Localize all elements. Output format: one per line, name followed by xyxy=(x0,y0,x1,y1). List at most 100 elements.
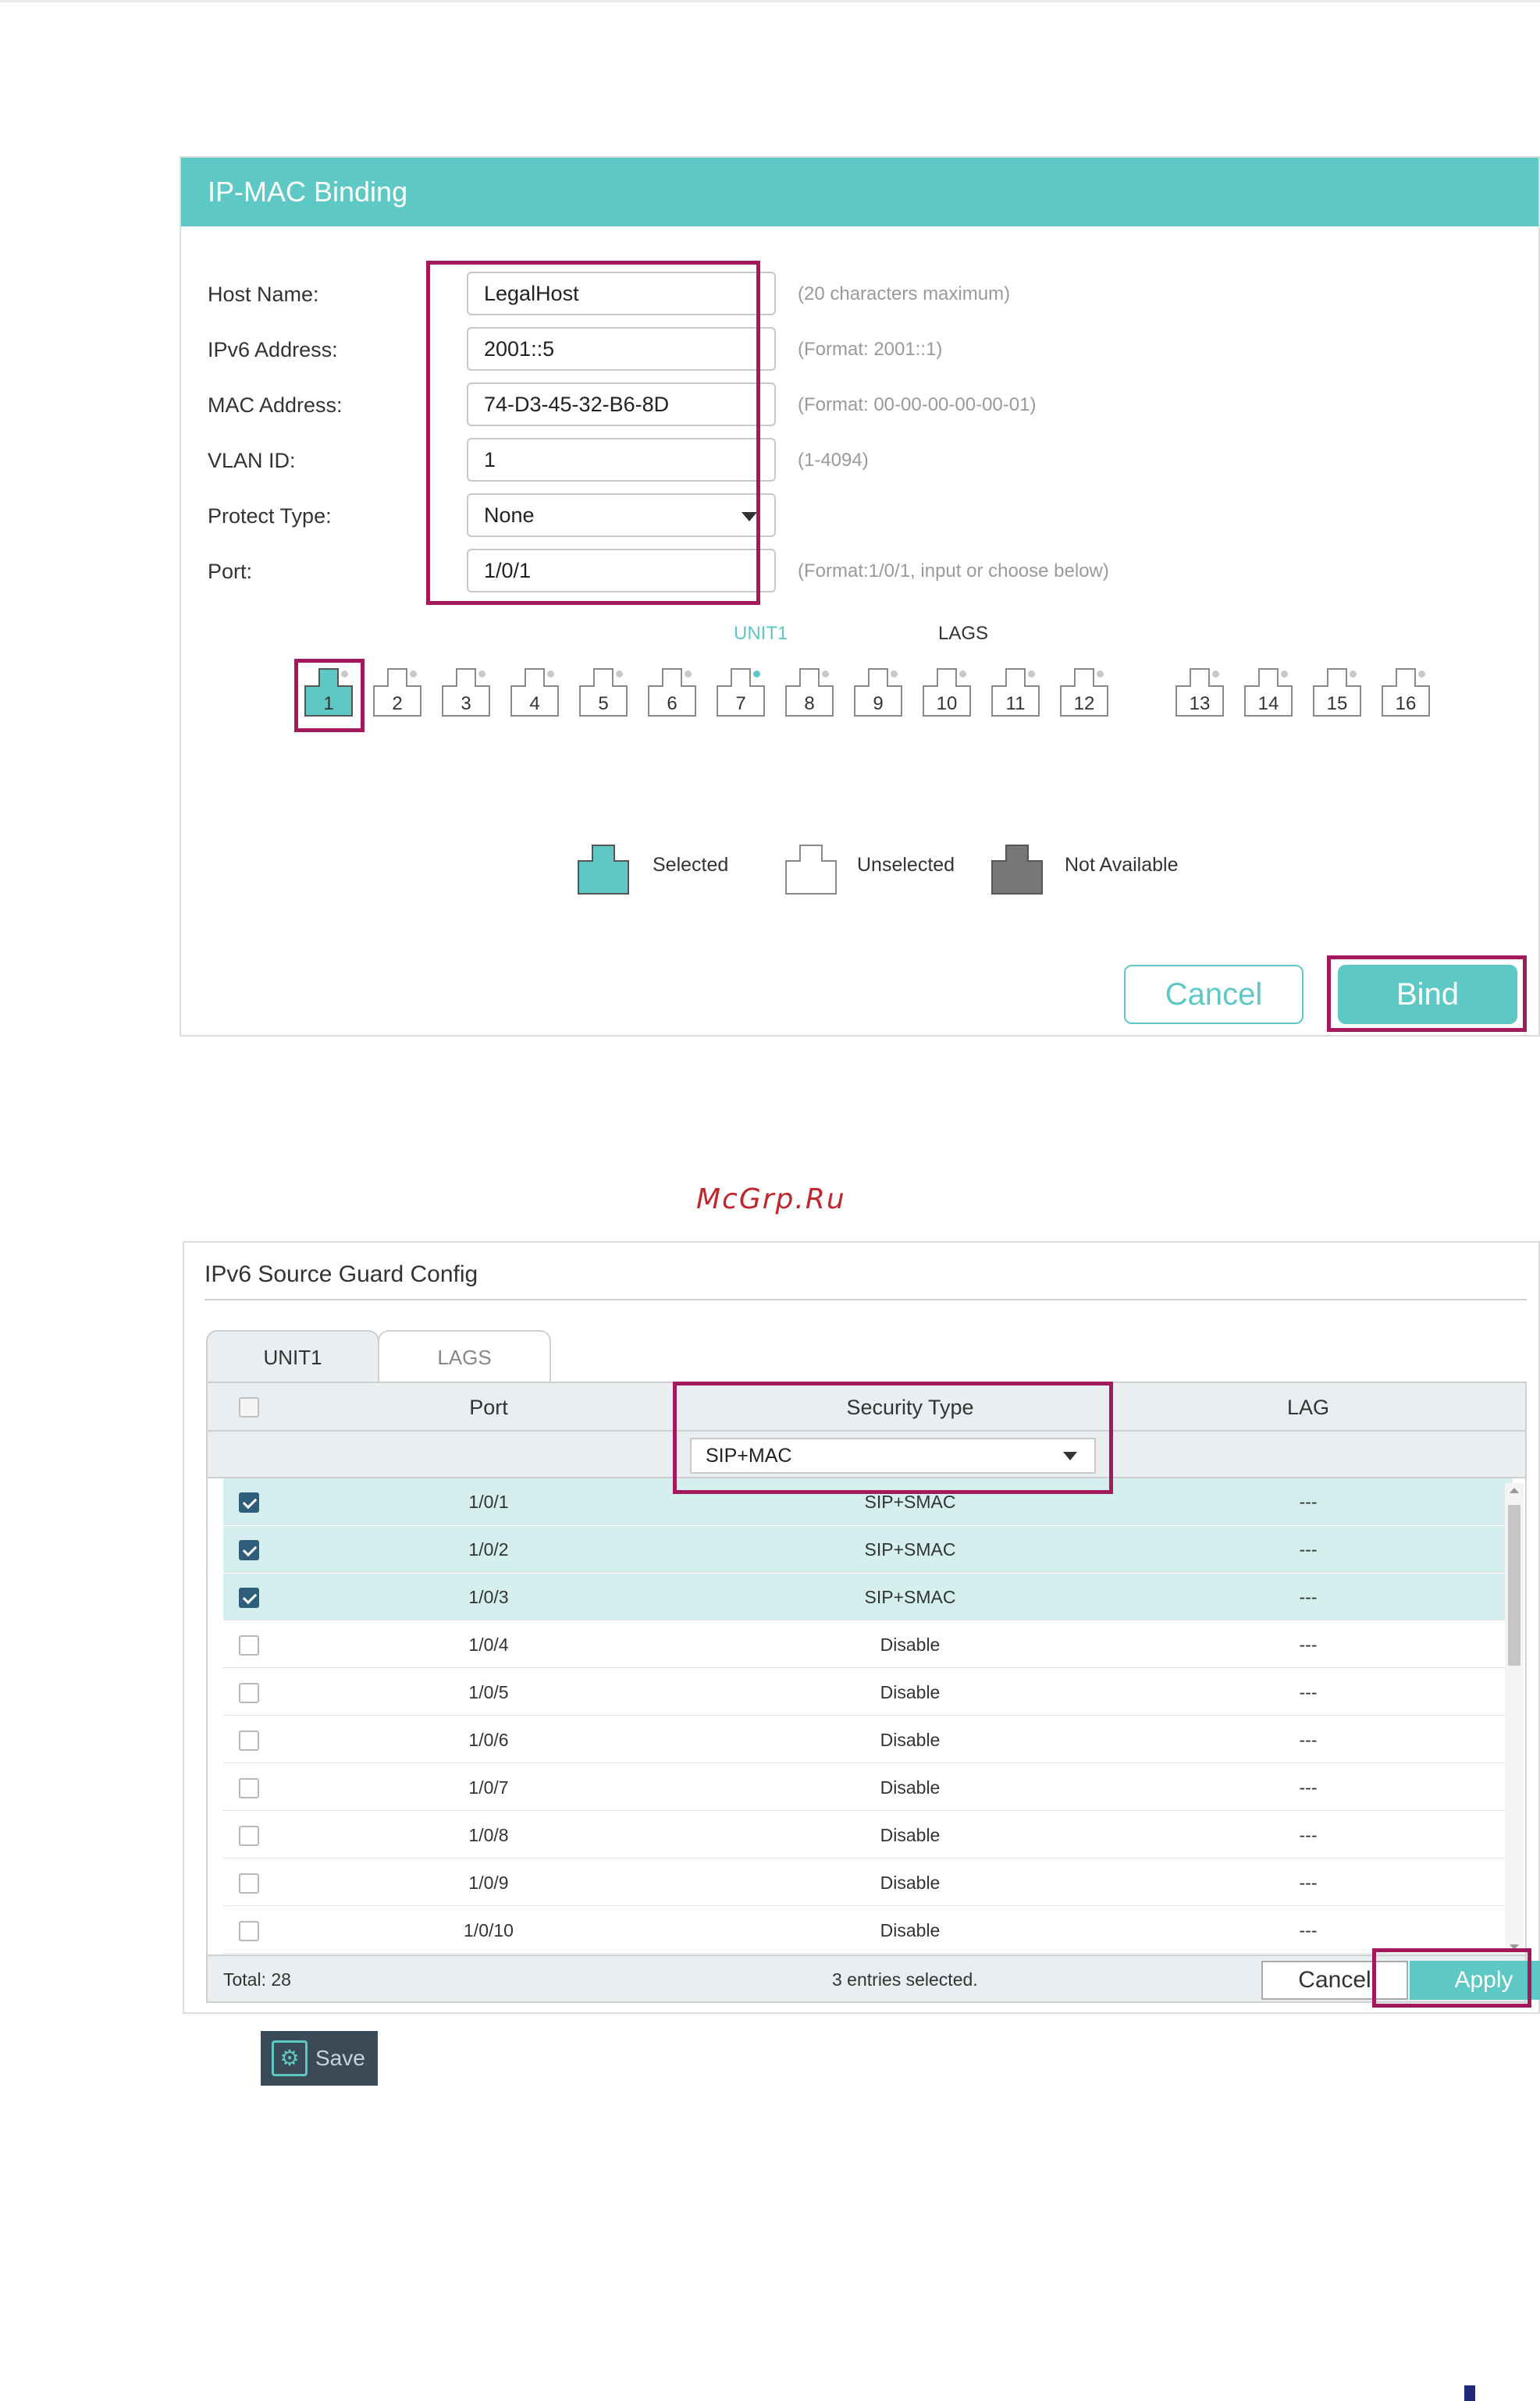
security-type-cell: Disable xyxy=(880,1682,941,1702)
row-checkbox[interactable] xyxy=(239,1730,259,1751)
port-led-icon xyxy=(1028,671,1035,678)
port-cell: 1/0/8 xyxy=(468,1825,509,1845)
protect-type-row: Protect Type: None xyxy=(208,493,1378,539)
lag-cell: --- xyxy=(1299,1634,1318,1655)
selected-port-icon xyxy=(578,845,629,895)
ipv6-address-row: IPv6 Address: 2001::5 (Format: 2001::1) xyxy=(208,327,1378,372)
scrollbar-thumb[interactable] xyxy=(1508,1505,1520,1666)
port-4-button[interactable]: 4 xyxy=(510,668,559,717)
port-number: 4 xyxy=(529,693,540,714)
security-type-cell: SIP+SMAC xyxy=(864,1539,956,1560)
security-type-cell: Disable xyxy=(880,1920,941,1940)
row-checkbox[interactable] xyxy=(239,1921,259,1941)
port-cell: 1/0/10 xyxy=(464,1920,514,1940)
row-checkbox[interactable] xyxy=(239,1683,259,1703)
port-8-button[interactable]: 8 xyxy=(785,668,834,717)
row-checkbox[interactable] xyxy=(239,1873,259,1894)
table-row[interactable]: 1/0/8 Disable --- xyxy=(223,1812,1513,1859)
port-2-button[interactable]: 2 xyxy=(373,668,421,717)
port-9-button[interactable]: 9 xyxy=(854,668,902,717)
cancel-button[interactable]: Cancel xyxy=(1124,965,1303,1024)
row-checkbox[interactable] xyxy=(239,1635,259,1656)
port-cell: 1/0/6 xyxy=(468,1730,509,1750)
port-hint: (Format:1/0/1, input or choose below) xyxy=(798,560,1109,582)
port-cell: 1/0/7 xyxy=(468,1777,509,1798)
port-number: 16 xyxy=(1395,693,1417,714)
port-14-button[interactable]: 14 xyxy=(1244,668,1293,717)
table-footer: Total: 28 3 entries selected. Cancel App… xyxy=(208,1955,1540,2001)
watermark: McGrp.Ru xyxy=(696,1183,846,1215)
port-number: 9 xyxy=(873,693,884,714)
security-type-cell: SIP+SMAC xyxy=(864,1587,956,1607)
protect-type-label: Protect Type: xyxy=(208,504,332,528)
security-type-cell: Disable xyxy=(880,1777,941,1798)
scroll-up-icon[interactable] xyxy=(1510,1488,1519,1493)
table-row[interactable]: 1/0/9 Disable --- xyxy=(223,1859,1513,1906)
port-led-icon xyxy=(547,671,554,678)
port-3-button[interactable]: 3 xyxy=(442,668,490,717)
lag-cell: --- xyxy=(1299,1730,1318,1750)
table-row[interactable]: 1/0/5 Disable --- xyxy=(223,1669,1513,1716)
security-type-cell: Disable xyxy=(880,1634,941,1655)
port-number: 10 xyxy=(936,693,958,714)
scrollbar[interactable] xyxy=(1505,1483,1524,1955)
lag-cell: --- xyxy=(1299,1587,1318,1607)
table-row[interactable]: 1/0/10 Disable --- xyxy=(223,1907,1513,1954)
select-all-checkbox[interactable] xyxy=(239,1397,259,1417)
column-lag: LAG xyxy=(1286,1396,1330,1419)
row-checkbox[interactable] xyxy=(239,1588,259,1608)
vlan-id-row: VLAN ID: 1 (1-4094) xyxy=(208,438,1378,483)
security-type-highlight-box xyxy=(673,1382,1113,1494)
table-row[interactable]: 1/0/7 Disable --- xyxy=(223,1764,1513,1811)
not-available-port-icon xyxy=(991,845,1043,895)
row-checkbox[interactable] xyxy=(239,1492,259,1513)
row-checkbox[interactable] xyxy=(239,1826,259,1846)
vlan-id-label: VLAN ID: xyxy=(208,449,296,472)
port-number: 2 xyxy=(392,693,403,714)
table-row[interactable]: 1/0/3 SIP+SMAC --- xyxy=(223,1574,1513,1620)
port-highlight-box xyxy=(294,659,365,732)
port-cell: 1/0/1 xyxy=(468,1492,509,1512)
port-15-button[interactable]: 15 xyxy=(1313,668,1361,717)
port-6-button[interactable]: 6 xyxy=(648,668,696,717)
port-number: 15 xyxy=(1326,693,1348,714)
port-number: 7 xyxy=(735,693,746,714)
port-13-button[interactable]: 13 xyxy=(1175,668,1224,717)
port-led-icon xyxy=(753,671,760,678)
vlan-id-hint: (1-4094) xyxy=(798,450,869,471)
port-5-button[interactable]: 5 xyxy=(579,668,628,717)
port-led-icon xyxy=(1212,671,1219,678)
port-led-icon xyxy=(410,671,417,678)
port-16-button[interactable]: 16 xyxy=(1382,668,1430,717)
save-label: Save xyxy=(315,2046,365,2070)
port-cell: 1/0/5 xyxy=(468,1682,509,1702)
ipv6-source-guard-panel: IPv6 Source Guard Config UNIT1 LAGS Port… xyxy=(183,1241,1540,2014)
table-row[interactable]: 1/0/6 Disable --- xyxy=(223,1716,1513,1763)
port-cell: 1/0/2 xyxy=(468,1539,509,1560)
row-checkbox[interactable] xyxy=(239,1778,259,1798)
port-label: Port: xyxy=(208,560,253,583)
port-led-icon xyxy=(959,671,966,678)
port-number: 12 xyxy=(1073,693,1095,714)
tab-unit1[interactable]: UNIT1 xyxy=(206,1330,379,1382)
table-row[interactable]: 1/0/4 Disable --- xyxy=(223,1621,1513,1668)
unit-title: UNIT1 xyxy=(734,623,788,644)
panel-title: IPv6 Source Guard Config xyxy=(205,1261,478,1287)
port-7-button[interactable]: 7 xyxy=(717,668,765,717)
port-number: 11 xyxy=(1005,693,1026,714)
row-checkbox[interactable] xyxy=(239,1540,259,1560)
port-row: Port: 1/0/1 (Format:1/0/1, input or choo… xyxy=(208,549,1378,594)
save-button[interactable]: ⚙ Save xyxy=(261,2031,378,2086)
port-11-button[interactable]: 11 xyxy=(991,668,1040,717)
table-row[interactable]: 1/0/2 SIP+SMAC --- xyxy=(223,1526,1513,1573)
port-10-button[interactable]: 10 xyxy=(923,668,971,717)
security-type-cell: Disable xyxy=(880,1825,941,1845)
tab-lags[interactable]: LAGS xyxy=(378,1330,551,1382)
lag-cell: --- xyxy=(1299,1539,1318,1560)
lag-cell: --- xyxy=(1299,1873,1318,1893)
port-led-icon xyxy=(1281,671,1288,678)
unselected-port-icon xyxy=(785,845,837,895)
port-number: 6 xyxy=(667,693,678,714)
port-12-button[interactable]: 12 xyxy=(1060,668,1108,717)
mac-address-label: MAC Address: xyxy=(208,393,343,417)
